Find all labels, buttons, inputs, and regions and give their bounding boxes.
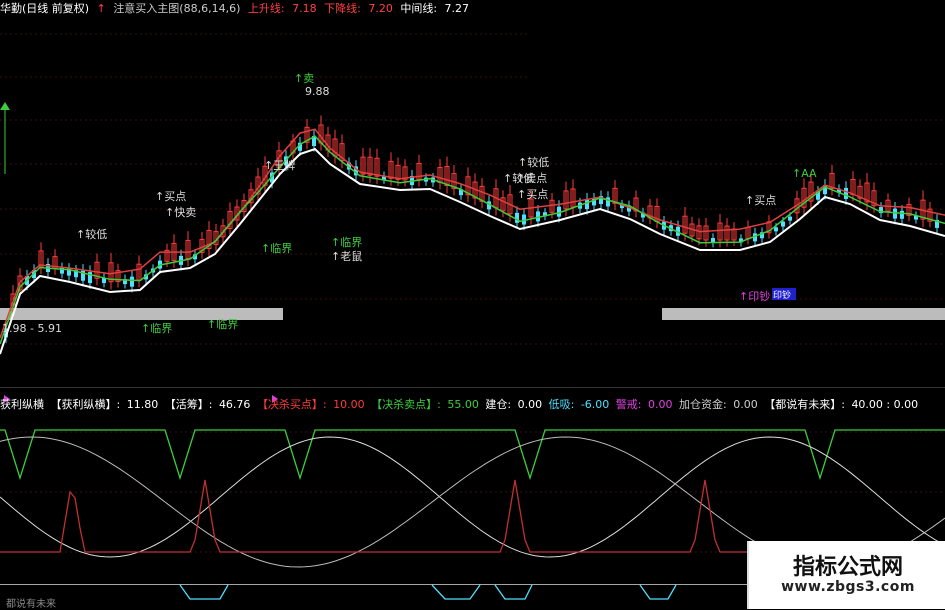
candle-body	[844, 187, 848, 199]
annotation-old-mouse: ↑老鼠	[331, 249, 362, 263]
logo-title: 指标公式网	[792, 555, 903, 580]
signal-trapezoids	[179, 584, 677, 600]
ind-label-7: 警戒:	[615, 398, 642, 411]
candle-body	[900, 210, 904, 219]
ind-label-4: 【决杀卖点】:	[371, 398, 441, 411]
annotation-buy-3: ↑买点	[745, 194, 776, 207]
ma-line-red	[0, 128, 945, 339]
candlestick-chart[interactable]: 9.88 ↑卖 1.98 - 5.91 ↑买点 ↑快卖 ↑较低 ↑临界 ↑临界 …	[0, 14, 945, 384]
ind-label-8: 加仓资金:	[679, 398, 727, 411]
ind-label-2: 【活筹】:	[164, 398, 213, 411]
annotation-print-money: ↑印钞	[739, 289, 770, 303]
ind-label-3: 【决杀买点】:	[256, 398, 327, 411]
candle-body	[774, 227, 778, 232]
ind-value-7: 0.00	[648, 398, 673, 411]
ind-label-9: 【都说有未来】:	[764, 398, 845, 411]
ind-label-5: 建仓:	[485, 398, 512, 411]
annotation-peak-price: 9.88	[305, 85, 330, 98]
ind-value-4: 55.00	[447, 398, 479, 411]
annotation-buy-2: ↑买点	[517, 188, 548, 201]
bottom-label: 都说有未来	[6, 599, 56, 610]
ind-value-8: 0.00	[733, 398, 758, 411]
chart-header: 华勤(日线 前复权) ↑ 注意买入主图(88,6,14,6) 上升线: 7.18…	[0, 0, 473, 15]
ind-label-6: 低吸:	[548, 398, 575, 411]
candle-body	[781, 221, 785, 227]
annotation-boundary-3: ↑临界	[207, 317, 238, 331]
pane-separator[interactable]	[0, 387, 945, 403]
annotation-relatively-low: ↑较低	[76, 227, 107, 241]
ind-value-1: 11.80	[126, 398, 159, 411]
ind-value-5: 0.00	[517, 398, 543, 411]
indicator-gridlines	[0, 431, 945, 553]
candle-body	[130, 276, 134, 287]
gray-band-left	[0, 308, 283, 320]
annotation-low-range: 1.98 - 5.91	[2, 322, 62, 335]
candle-body	[585, 199, 589, 210]
candle-body	[893, 208, 897, 219]
green-up-arrow-icon	[0, 102, 10, 110]
candle-body	[515, 212, 519, 223]
logo-url: www.zbgs3.com	[781, 579, 915, 595]
ind-value-2: 46.76	[218, 398, 251, 411]
ind-value-6: -6.00	[580, 398, 610, 411]
indicator-header: 获利纵横 【获利纵横】: 11.80 【活筹】: 46.76 【决杀买点】: 1…	[0, 396, 921, 412]
ind-label-1: 【获利纵横】:	[50, 398, 121, 411]
annotation-relatively-low-2: ↑较低	[518, 155, 549, 169]
annotation-fast-sell: ↑快卖	[165, 206, 196, 219]
annotation-boundary-1: ↑临界	[261, 241, 292, 255]
indicator-title[interactable]: 获利纵横	[0, 398, 44, 411]
annotation-boundary-4: ↑临界	[141, 321, 172, 335]
annotation-aa: ↑AA	[792, 167, 817, 180]
indicator-line-white-1	[0, 436, 945, 558]
gray-band-right	[662, 308, 945, 320]
watermark-logo: 指标公式网 www.zbgs3.com	[747, 541, 945, 609]
ind-value-3: 10.00	[333, 398, 365, 411]
indicator-line-green	[0, 429, 945, 481]
money-badge: 印钞	[773, 289, 791, 301]
annotation-sell-point: ↑卖点	[516, 172, 547, 185]
annotation-sell: ↑卖	[294, 72, 314, 85]
annotation-buy-1: ↑买点	[155, 190, 186, 203]
annotation-boundary-2: ↑临界	[331, 235, 362, 249]
candle-body	[788, 216, 792, 221]
ind-value-9: 40.00 : 0.00	[851, 398, 919, 411]
annotation-king: ↑王牌	[264, 158, 295, 172]
